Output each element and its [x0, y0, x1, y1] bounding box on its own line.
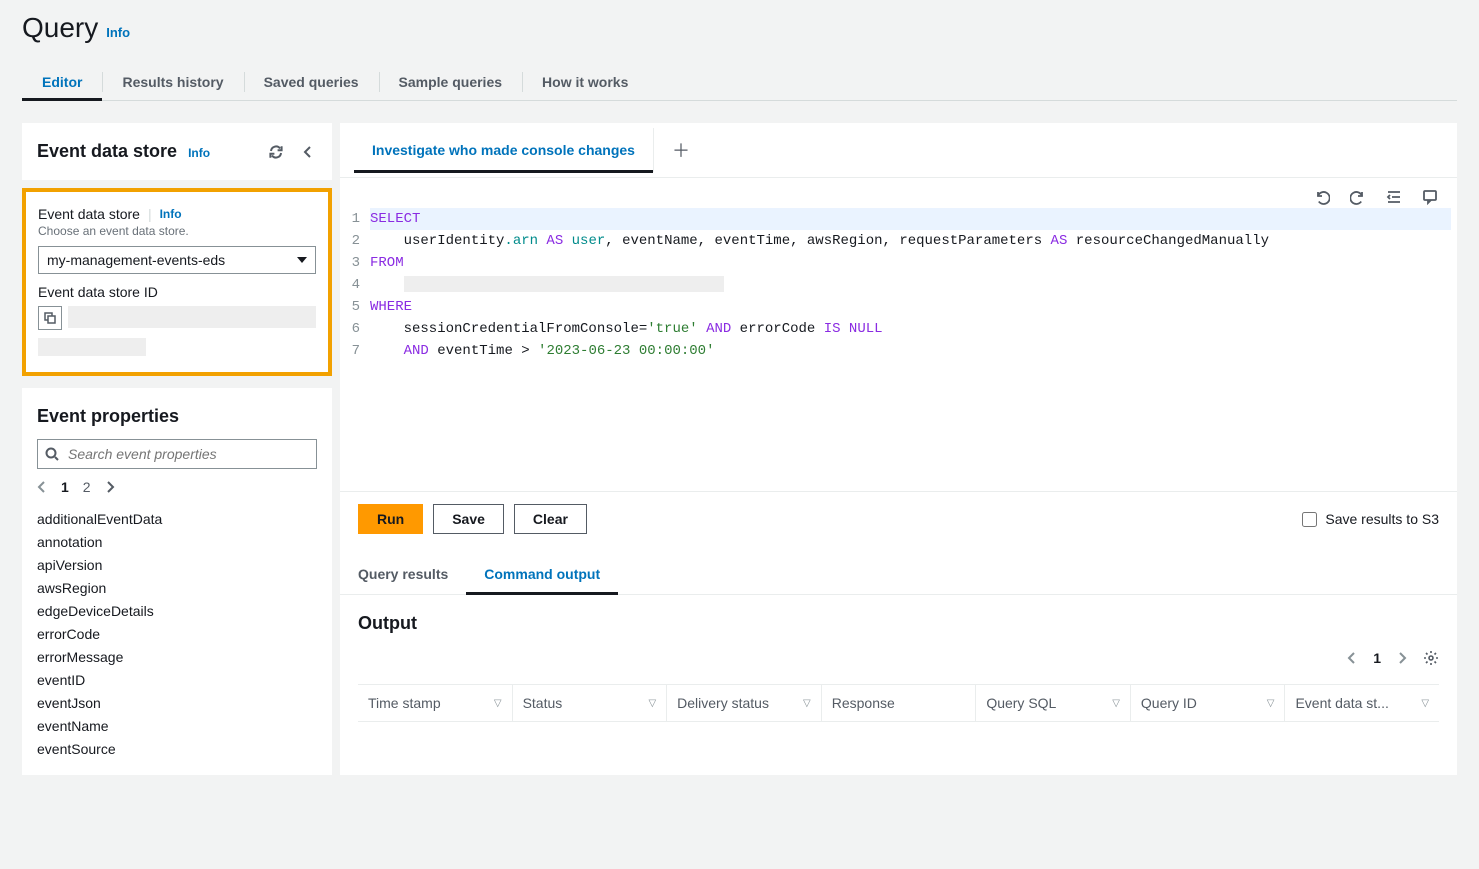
th-status[interactable]: Status▽ [513, 685, 668, 721]
tab-saved-queries[interactable]: Saved queries [244, 64, 379, 100]
sort-icon[interactable]: ▽ [648, 698, 656, 709]
ep-item[interactable]: eventID [37, 672, 317, 688]
ep-item[interactable]: errorMessage [37, 649, 317, 665]
tab-command-output[interactable]: Command output [466, 554, 618, 594]
eds-id-label: Event data store ID [38, 284, 316, 300]
ep-item[interactable]: eventSource [37, 741, 317, 757]
eds-id-value [68, 306, 316, 328]
event-properties-panel: Event properties 1 2 additionalEventData [22, 388, 332, 775]
eds-info-link[interactable]: Info [188, 146, 210, 160]
redo-icon[interactable] [1349, 188, 1367, 206]
refresh-icon[interactable] [267, 143, 285, 161]
ep-item[interactable]: eventJson [37, 695, 317, 711]
copy-icon[interactable] [38, 306, 62, 330]
sort-icon[interactable]: ▽ [1267, 698, 1275, 709]
query-content: Investigate who made console changes ＋ 1… [340, 123, 1457, 775]
search-input[interactable] [37, 439, 317, 469]
separator: | [148, 206, 152, 222]
eds-box-subtitle: Choose an event data store. [38, 224, 316, 238]
output-settings-icon[interactable] [1423, 650, 1439, 666]
save-s3-checkbox[interactable]: Save results to S3 [1302, 511, 1439, 527]
format-icon[interactable] [1385, 188, 1403, 206]
eds-title-text: Event data store [37, 141, 177, 161]
eds-select[interactable]: my-management-events-eds [38, 246, 316, 274]
sort-icon[interactable]: ▽ [494, 698, 502, 709]
save-s3-checkbox-input[interactable] [1302, 512, 1317, 527]
sort-icon[interactable]: ▽ [1112, 698, 1120, 709]
search-icon [45, 447, 59, 461]
info-link[interactable]: Info [106, 25, 130, 40]
th-query-sql[interactable]: Query SQL▽ [976, 685, 1131, 721]
code-area[interactable]: SELECT userIdentity.arn AS user, eventNa… [364, 206, 1457, 491]
th-event-data-store[interactable]: Event data st...▽ [1285, 685, 1439, 721]
tab-sample-queries[interactable]: Sample queries [379, 64, 523, 100]
top-tabs: Editor Results history Saved queries Sam… [22, 64, 1457, 101]
ep-item[interactable]: errorCode [37, 626, 317, 642]
pager-next-icon[interactable] [105, 481, 115, 493]
clear-button[interactable]: Clear [514, 504, 587, 534]
th-query-id[interactable]: Query ID▽ [1131, 685, 1286, 721]
save-button[interactable]: Save [433, 504, 504, 534]
eds-box-info-link[interactable]: Info [160, 207, 182, 221]
eds-extra-redacted [38, 338, 146, 356]
add-tab-icon[interactable]: ＋ [654, 123, 708, 177]
page-title: Query [22, 12, 98, 44]
ep-item[interactable]: eventName [37, 718, 317, 734]
ep-item[interactable]: annotation [37, 534, 317, 550]
query-tab[interactable]: Investigate who made console changes [354, 128, 654, 172]
eds-box-title: Event data store [38, 206, 140, 222]
ep-item[interactable]: awsRegion [37, 580, 317, 596]
tab-query-results[interactable]: Query results [340, 554, 466, 594]
tab-editor[interactable]: Editor [22, 64, 102, 100]
sql-editor[interactable]: 1234567 SELECT userIdentity.arn AS user,… [340, 206, 1457, 491]
save-s3-label: Save results to S3 [1325, 511, 1439, 527]
run-button[interactable]: Run [358, 504, 423, 534]
pager-page-2[interactable]: 2 [83, 479, 91, 495]
ep-item[interactable]: edgeDeviceDetails [37, 603, 317, 619]
ep-title: Event properties [37, 406, 317, 427]
th-delivery-status[interactable]: Delivery status▽ [667, 685, 822, 721]
output-pager-next-icon[interactable] [1397, 652, 1407, 664]
output-table: Time stamp▽ Status▽ Delivery status▽ Res… [358, 684, 1439, 722]
pager-page-1[interactable]: 1 [61, 479, 69, 495]
output-pager-prev-icon[interactable] [1347, 652, 1357, 664]
eds-title: Event data store Info [37, 141, 210, 162]
eds-highlight-box: Event data store | Info Choose an event … [22, 188, 332, 376]
sort-icon[interactable]: ▽ [1421, 698, 1429, 709]
event-data-store-panel: Event data store Info [22, 123, 332, 180]
comment-icon[interactable] [1421, 188, 1439, 206]
pager-prev-icon[interactable] [37, 481, 47, 493]
undo-icon[interactable] [1313, 188, 1331, 206]
output-title: Output [358, 613, 417, 634]
ep-item[interactable]: additionalEventData [37, 511, 317, 527]
th-timestamp[interactable]: Time stamp▽ [358, 685, 513, 721]
sort-icon[interactable]: ▽ [803, 698, 811, 709]
tab-how-it-works[interactable]: How it works [522, 64, 648, 100]
th-response[interactable]: Response [822, 685, 977, 721]
redacted-table [404, 276, 724, 292]
tab-results-history[interactable]: Results history [102, 64, 243, 100]
output-page: 1 [1373, 650, 1381, 666]
ep-item[interactable]: apiVersion [37, 557, 317, 573]
collapse-icon[interactable] [299, 143, 317, 161]
line-gutter: 1234567 [340, 206, 364, 491]
